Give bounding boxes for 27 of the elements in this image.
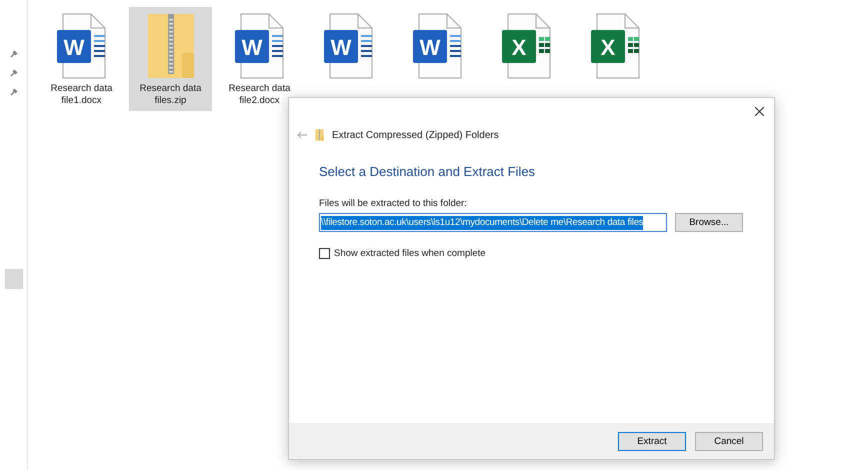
file-item[interactable]: W — [396, 7, 479, 111]
browse-button[interactable]: Browse... — [675, 213, 743, 232]
destination-field[interactable]: \\filestore.soton.ac.uk\users\ls1u12\mydocuments\Delete me\Research data files — [319, 213, 667, 232]
pin-icon[interactable] — [10, 68, 18, 76]
back-arrow-icon[interactable] — [297, 131, 307, 139]
cancel-button[interactable]: Cancel — [695, 432, 763, 450]
file-name: Research data files.zip — [138, 83, 202, 107]
file-item[interactable]: X — [485, 7, 568, 111]
field-label: Files will be extracted to this folder: — [319, 198, 468, 209]
zip-folder-icon — [146, 13, 196, 79]
checkbox-label: Show extracted files when complete — [334, 248, 486, 259]
dialog-title: Extract Compressed (Zipped) Folders — [332, 130, 499, 140]
zip-folder-icon — [315, 129, 324, 141]
extract-button[interactable]: Extract — [618, 432, 686, 450]
scroll-marker — [4, 269, 22, 289]
file-item[interactable]: Research data files.zip — [129, 7, 212, 111]
file-name: Research data file1.docx — [50, 83, 114, 107]
close-icon — [754, 106, 764, 116]
dialog-heading: Select a Destination and Extract Files — [319, 164, 536, 179]
checkbox[interactable] — [319, 248, 330, 259]
pin-icon[interactable] — [10, 88, 18, 96]
file-item[interactable]: W Research data file2.docx — [218, 7, 301, 111]
file-item[interactable]: W Research data file1.docx — [40, 7, 123, 111]
file-item[interactable]: X — [574, 7, 657, 111]
pin-icon[interactable] — [10, 50, 18, 58]
file-item[interactable]: W — [307, 7, 390, 111]
file-name: Research data file2.docx — [228, 83, 292, 107]
